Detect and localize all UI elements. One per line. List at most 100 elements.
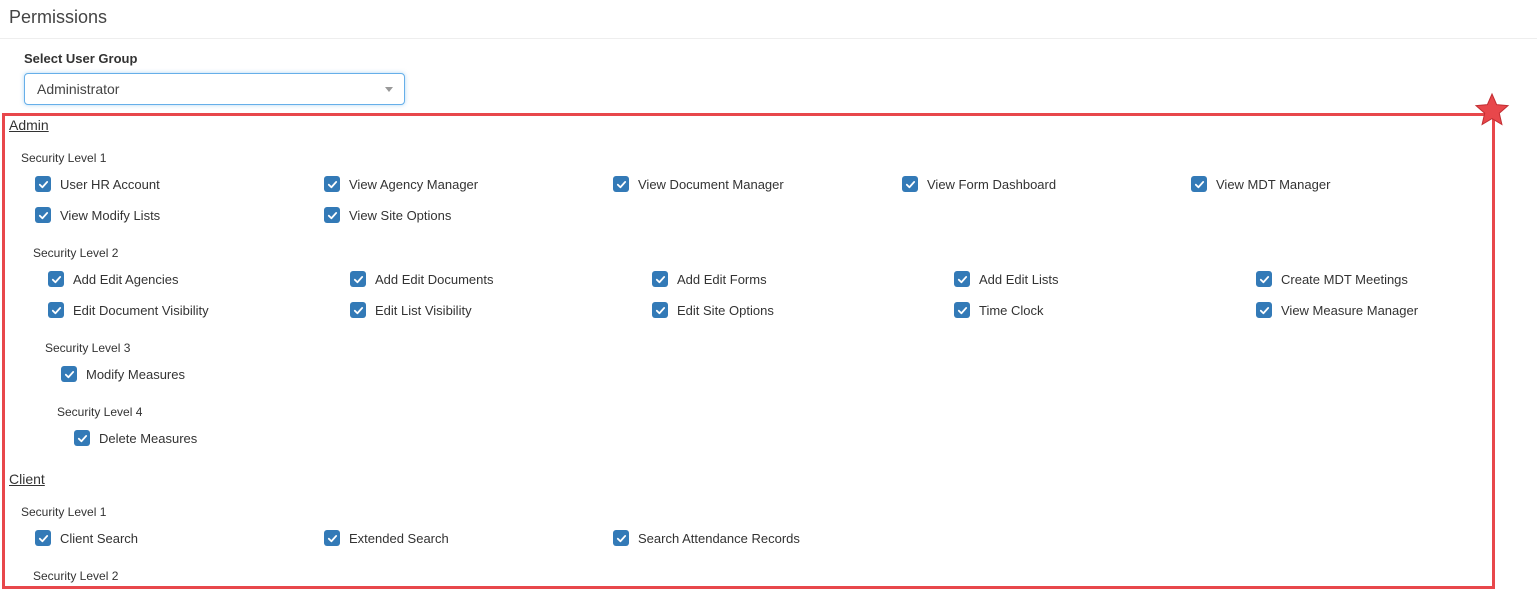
permission-checkbox[interactable] [652,302,668,318]
check-icon [64,370,74,378]
permission-client-search[interactable]: Client Search [35,529,138,547]
security-level-label: Security Level 2 [33,569,119,583]
permission-edit-site-options[interactable]: Edit Site Options [652,301,774,319]
check-icon [1259,306,1269,314]
permission-label: Delete Measures [99,430,198,446]
permission-checkbox[interactable] [613,176,629,192]
check-icon [353,306,363,314]
permission-add-edit-documents[interactable]: Add Edit Documents [350,270,494,288]
permission-checkbox[interactable] [652,271,668,287]
permission-extended-search[interactable]: Extended Search [324,529,449,547]
security-level-label: Security Level 1 [21,505,107,519]
permission-label: View Measure Manager [1281,302,1419,318]
check-icon [38,180,48,188]
permission-view-measure-manager[interactable]: View Measure Manager [1256,301,1418,319]
permission-view-document-manager[interactable]: View Document Manager [613,175,784,193]
permission-view-site-options[interactable]: View Site Options [324,206,451,224]
permission-label: View Document Manager [638,176,784,192]
permission-view-modify-lists[interactable]: View Modify Lists [35,206,160,224]
check-icon [51,275,61,283]
permission-checkbox[interactable] [324,176,340,192]
check-icon [655,306,665,314]
permission-label: Edit List Visibility [375,302,472,318]
permission-checkbox[interactable] [324,530,340,546]
user-group-label: Select User Group [24,51,138,66]
check-icon [327,211,337,219]
permission-create-mdt-meetings[interactable]: Create MDT Meetings [1256,270,1408,288]
permission-checkbox[interactable] [954,302,970,318]
section-title-admin: Admin [9,117,49,133]
caret-down-icon [385,87,393,92]
permission-edit-list-visibility[interactable]: Edit List Visibility [350,301,472,319]
permission-delete-measures[interactable]: Delete Measures [74,429,197,447]
check-icon [957,275,967,283]
permission-label: View Form Dashboard [927,176,1057,192]
permission-view-agency-manager[interactable]: View Agency Manager [324,175,478,193]
permission-view-form-dashboard[interactable]: View Form Dashboard [902,175,1056,193]
permission-checkbox[interactable] [74,430,90,446]
check-icon [77,434,87,442]
permission-label: Edit Document Visibility [73,302,209,318]
section-title-client: Client [9,471,45,487]
user-group-selected-value: Administrator [37,81,120,97]
permission-label: Add Edit Forms [677,271,767,287]
permission-checkbox[interactable] [902,176,918,192]
permission-view-mdt-manager[interactable]: View MDT Manager [1191,175,1330,193]
permission-add-edit-forms[interactable]: Add Edit Forms [652,270,767,288]
check-icon [1259,275,1269,283]
title-divider [0,38,1537,39]
check-icon [905,180,915,188]
permission-label: Modify Measures [86,366,185,382]
permission-label: Create MDT Meetings [1281,271,1408,287]
check-icon [38,211,48,219]
permission-checkbox[interactable] [61,366,77,382]
user-group-select[interactable]: Administrator [24,73,405,105]
check-icon [616,534,626,542]
permission-checkbox[interactable] [1191,176,1207,192]
permission-user-hr-account[interactable]: User HR Account [35,175,160,193]
permission-checkbox[interactable] [350,302,366,318]
permission-label: Add Edit Documents [375,271,494,287]
check-icon [51,306,61,314]
check-icon [616,180,626,188]
check-icon [1194,180,1204,188]
check-icon [38,534,48,542]
permission-label: View Agency Manager [349,176,479,192]
security-level-label: Security Level 1 [21,151,107,165]
permission-checkbox[interactable] [48,271,64,287]
security-level-label: Security Level 4 [57,405,143,419]
permission-checkbox[interactable] [1256,302,1272,318]
permission-checkbox[interactable] [48,302,64,318]
check-icon [353,275,363,283]
permission-label: Time Clock [979,302,1044,318]
security-level-label: Security Level 3 [45,341,131,355]
check-icon [655,275,665,283]
permission-label: Edit Site Options [677,302,774,318]
check-icon [957,306,967,314]
permission-checkbox[interactable] [1256,271,1272,287]
check-icon [327,534,337,542]
permission-checkbox[interactable] [35,530,51,546]
permission-label: Client Search [60,530,139,546]
permission-add-edit-agencies[interactable]: Add Edit Agencies [48,270,179,288]
permission-label: Add Edit Agencies [73,271,179,287]
page-title: Permissions [9,7,108,27]
security-level-label: Security Level 2 [33,246,119,260]
permission-edit-document-visibility[interactable]: Edit Document Visibility [48,301,209,319]
permission-label: Add Edit Lists [979,271,1059,287]
permission-label: User HR Account [60,176,160,192]
check-icon [327,180,337,188]
permission-time-clock[interactable]: Time Clock [954,301,1044,319]
permission-checkbox[interactable] [954,271,970,287]
permission-checkbox[interactable] [35,176,51,192]
permission-label: Extended Search [349,530,449,546]
permission-checkbox[interactable] [324,207,340,223]
permission-label: Search Attendance Records [638,530,800,546]
permission-checkbox[interactable] [350,271,366,287]
permission-checkbox[interactable] [613,530,629,546]
permission-add-edit-lists[interactable]: Add Edit Lists [954,270,1059,288]
permission-checkbox[interactable] [35,207,51,223]
permission-label: View MDT Manager [1216,176,1331,192]
permission-modify-measures[interactable]: Modify Measures [61,365,185,383]
permission-search-attendance-records[interactable]: Search Attendance Records [613,529,800,547]
